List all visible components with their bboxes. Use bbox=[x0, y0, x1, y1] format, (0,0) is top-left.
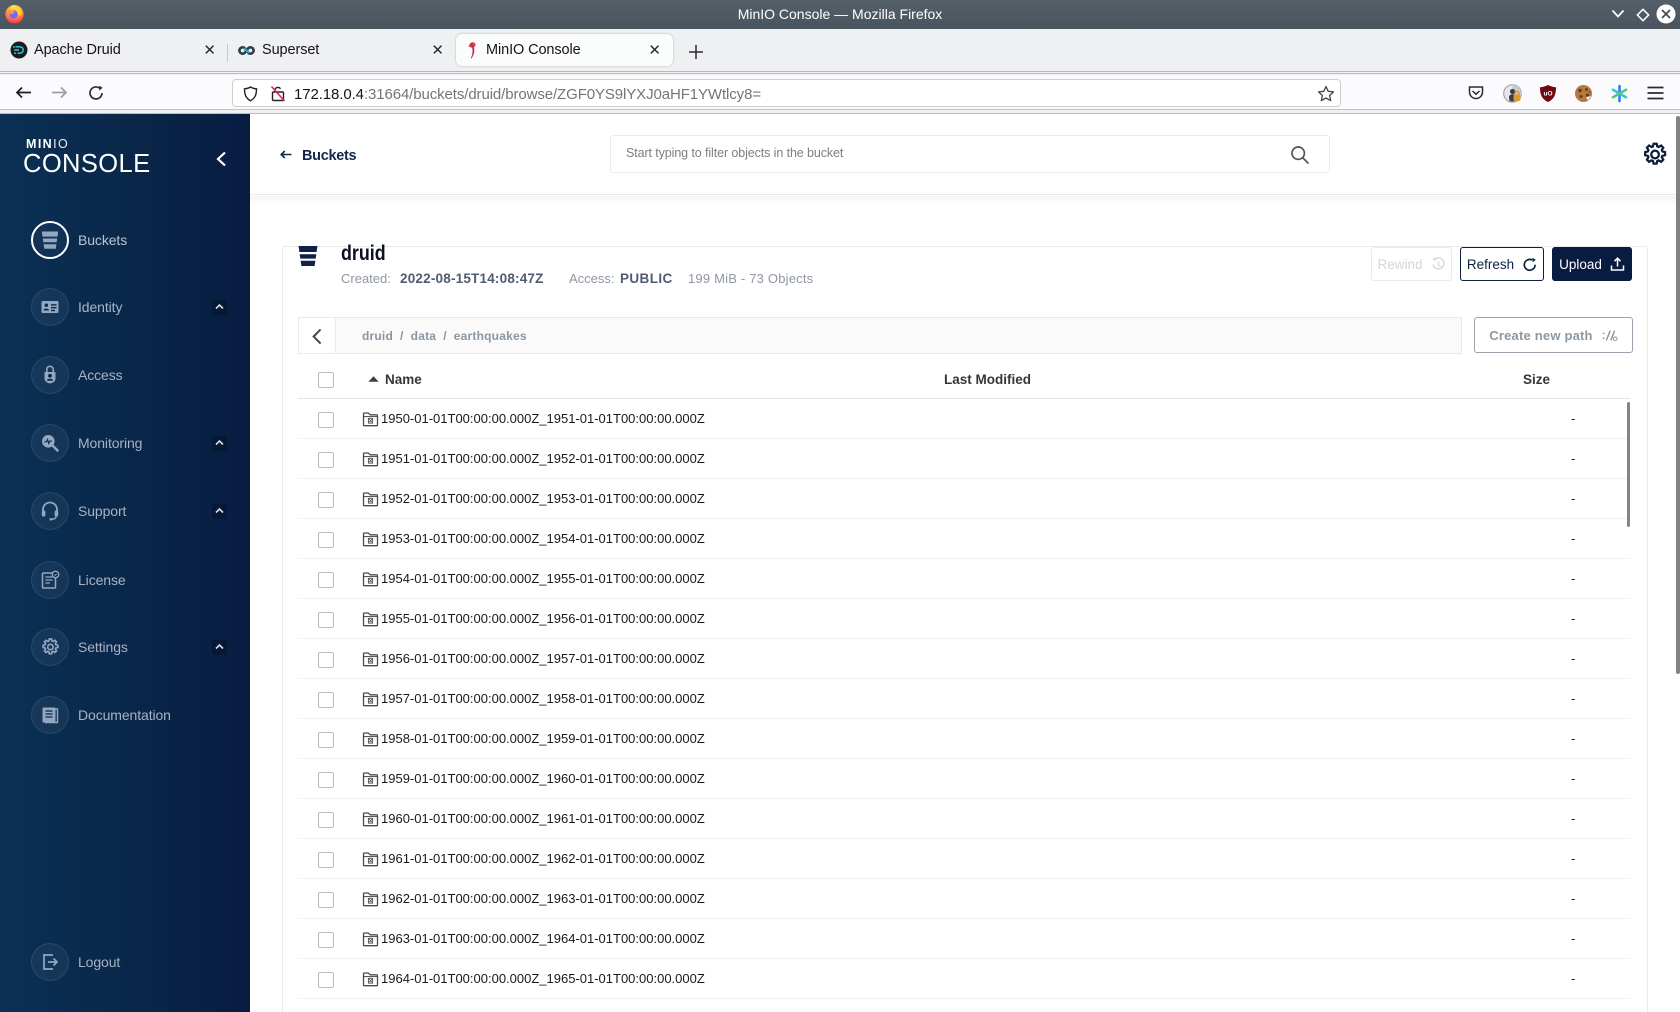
svg-text:uO: uO bbox=[1543, 91, 1552, 98]
